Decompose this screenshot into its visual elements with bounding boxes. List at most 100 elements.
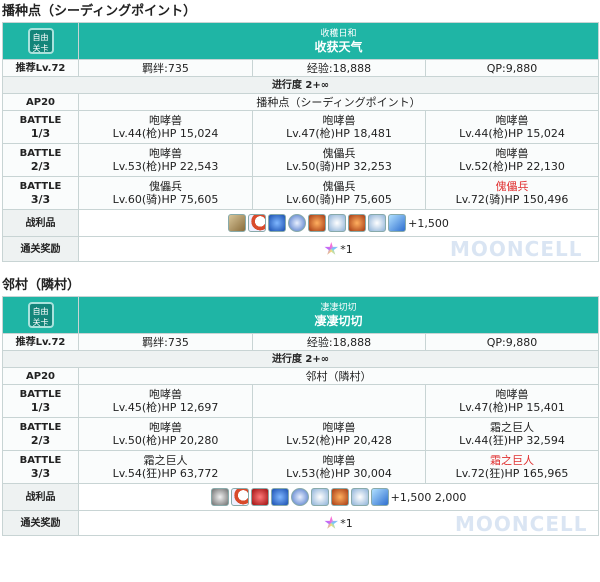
drops-row: 战利品 +1,500 bbox=[2, 209, 600, 237]
enemy-stats: Lv.44(枪)HP 15,024 bbox=[459, 127, 565, 140]
enemy-stats: Lv.44(狂)HP 32,594 bbox=[459, 434, 565, 447]
quest-section: 邻村（隣村） 自由 关卡 凄凄切切 凄凄切切 推荐Lv.72 羁绊:735 经验:18,888… bbox=[0, 276, 600, 536]
ice-material-icon[interactable] bbox=[328, 214, 347, 232]
enemy-cell[interactable]: 咆哮兽 Lv.52(枪)HP 22,130 bbox=[424, 143, 600, 177]
battle-wave: 3/3 bbox=[30, 193, 51, 206]
tan-material-icon[interactable] bbox=[228, 214, 247, 232]
enemy-stats: Lv.53(枪)HP 22,543 bbox=[112, 160, 219, 173]
enemy-name[interactable]: 咆哮兽 bbox=[426, 388, 598, 401]
recommend-level: 推荐Lv.72 bbox=[15, 336, 66, 348]
enemy-name[interactable]: 傀儡兵 bbox=[253, 180, 425, 193]
enemy-cell[interactable]: 咆哮兽 Lv.45(枪)HP 12,697 bbox=[78, 384, 253, 418]
clear-reward-label: 通关奖励 bbox=[20, 517, 61, 529]
drops-label-cell: 战利品 bbox=[2, 209, 79, 237]
bond-cell: 羁绊:735 bbox=[78, 333, 253, 351]
ice-material-icon[interactable] bbox=[350, 488, 369, 506]
enemy-cell[interactable]: 咆哮兽 Lv.50(枪)HP 20,280 bbox=[78, 417, 253, 451]
enemy-name[interactable]: 咆哮兽 bbox=[253, 114, 425, 127]
orb-material-icon[interactable] bbox=[288, 214, 307, 232]
progress-text: 进行度 2+∞ bbox=[271, 353, 330, 365]
battle-label-cell: BATTLE 2/3 bbox=[2, 417, 79, 451]
fire-material-icon[interactable] bbox=[330, 488, 349, 506]
enemy-cell[interactable]: 咆哮兽 Lv.47(枪)HP 15,401 bbox=[424, 384, 600, 418]
progress-row: 进行度 2+∞ bbox=[1, 76, 600, 94]
enemy-cell[interactable]: 霜之巨人 Lv.72(狂)HP 165,965 bbox=[424, 450, 600, 484]
enemy-name[interactable]: 傀儡兵 bbox=[253, 147, 425, 160]
enemy-name[interactable]: 霜之巨人 bbox=[426, 421, 598, 434]
section-title: 播种点（シーディングポイント） bbox=[2, 4, 197, 19]
enemy-name[interactable]: 傀儡兵 bbox=[79, 180, 252, 193]
ap-cell: AP20 bbox=[2, 93, 79, 111]
battle-row: BATTLE 2/3 咆哮兽 Lv.53(枪)HP 22,543 傀儡兵 Lv.50(骑)… bbox=[2, 143, 600, 177]
badge-line: 自由 bbox=[32, 307, 49, 316]
ice-material-icon[interactable] bbox=[368, 214, 387, 232]
blue-material-icon[interactable] bbox=[268, 214, 287, 232]
mooncell-watermark: MOONCELL bbox=[455, 512, 588, 536]
enemy-name[interactable]: 咆哮兽 bbox=[79, 147, 252, 160]
crystal-material-icon[interactable] bbox=[370, 488, 389, 506]
quest-section: 播种点（シーディングポイント） 自由 关卡 收穫日和 收获天气 推荐Lv.72 羁绊:735… bbox=[0, 2, 600, 262]
enemy-cell[interactable]: 傀儡兵 Lv.50(骑)HP 32,253 bbox=[252, 143, 426, 177]
enemy-name[interactable]: 霜之巨人 bbox=[79, 454, 252, 467]
crescent-material-icon[interactable] bbox=[230, 488, 249, 506]
enemy-cell[interactable]: 咆哮兽 Lv.47(枪)HP 18,481 bbox=[252, 110, 426, 144]
saint-quartz-icon[interactable] bbox=[324, 516, 338, 529]
enemy-name[interactable]: 咆哮兽 bbox=[426, 114, 598, 127]
enemy-stats: Lv.47(枪)HP 15,401 bbox=[459, 401, 565, 414]
drop-items: +1,500 bbox=[79, 212, 598, 234]
battle-row: BATTLE 1/3 咆哮兽 Lv.44(枪)HP 15,024 咆哮兽 Lv.47(枪)… bbox=[2, 110, 600, 144]
drops-row: 战利品 +1,500 2,000 bbox=[2, 483, 600, 511]
enemy-cell[interactable]: 咆哮兽 Lv.52(枪)HP 20,428 bbox=[252, 417, 426, 451]
battle-label: BATTLE bbox=[19, 422, 62, 433]
enemy-name[interactable]: 咆哮兽 bbox=[79, 421, 252, 434]
ice-material-icon[interactable] bbox=[310, 488, 329, 506]
mooncell-watermark: MOONCELL bbox=[450, 237, 583, 261]
enemy-name[interactable]: 咆哮兽 bbox=[79, 114, 252, 127]
enemy-cell[interactable]: 咆哮兽 Lv.53(枪)HP 30,004 bbox=[252, 450, 426, 484]
bond-cell: 羁绊:735 bbox=[78, 59, 253, 77]
badge-line: 关卡 bbox=[32, 44, 49, 53]
enemy-cell[interactable]: 咆哮兽 Lv.44(枪)HP 15,024 bbox=[424, 110, 600, 144]
enemy-stats: Lv.60(骑)HP 75,605 bbox=[286, 193, 392, 206]
fire-material-icon[interactable] bbox=[348, 214, 367, 232]
enemy-name[interactable]: 傀儡兵 bbox=[426, 180, 598, 193]
enemy-name[interactable]: 咆哮兽 bbox=[426, 147, 598, 160]
blue-material-icon[interactable] bbox=[270, 488, 289, 506]
enemy-name[interactable]: 咆哮兽 bbox=[253, 454, 425, 467]
enemy-cell[interactable]: 傀儡兵 Lv.60(骑)HP 75,605 bbox=[252, 176, 426, 210]
silver-material-icon[interactable] bbox=[210, 488, 229, 506]
orb-material-icon[interactable] bbox=[290, 488, 309, 506]
enemy-cell[interactable]: 霜之巨人 Lv.54(狂)HP 63,772 bbox=[78, 450, 253, 484]
enemy-name[interactable]: 霜之巨人 bbox=[426, 454, 598, 467]
enemy-cell[interactable]: 傀儡兵 Lv.60(骑)HP 75,605 bbox=[78, 176, 253, 210]
enemy-cell[interactable]: 咆哮兽 Lv.44(枪)HP 15,024 bbox=[78, 110, 253, 144]
ap-cost: AP20 bbox=[26, 96, 55, 108]
location-cell: 邻村（隣村） bbox=[77, 367, 600, 385]
saint-quartz-icon[interactable] bbox=[324, 242, 338, 255]
enemy-cell[interactable]: 霜之巨人 Lv.44(狂)HP 32,594 bbox=[424, 417, 600, 451]
location-name: 邻村（隣村） bbox=[305, 369, 372, 383]
ap-cell: AP20 bbox=[2, 367, 79, 385]
enemy-cell[interactable]: 咆哮兽 Lv.53(枪)HP 22,543 bbox=[78, 143, 253, 177]
fire-material-icon[interactable] bbox=[308, 214, 327, 232]
enemy-stats: Lv.50(骑)HP 32,253 bbox=[286, 160, 392, 173]
battle-label-cell: BATTLE 1/3 bbox=[2, 384, 79, 418]
clear-reward-label: 通关奖励 bbox=[20, 243, 61, 255]
battle-label-cell: BATTLE 3/3 bbox=[2, 450, 79, 484]
enemy-cell[interactable] bbox=[252, 384, 426, 418]
progress-cell: 进行度 2+∞ bbox=[1, 350, 600, 368]
quest-table: 自由 关卡 凄凄切切 凄凄切切 推荐Lv.72 羁绊:735 经验:18,888 QP:9,8… bbox=[1, 296, 600, 536]
enemy-name[interactable]: 咆哮兽 bbox=[253, 421, 425, 434]
battle-label-cell: BATTLE 1/3 bbox=[2, 110, 79, 144]
crescent-material-icon[interactable] bbox=[248, 214, 267, 232]
battle-label: BATTLE bbox=[19, 148, 62, 159]
enemy-stats: Lv.72(骑)HP 150,496 bbox=[455, 193, 569, 206]
red-material-icon[interactable] bbox=[250, 488, 269, 506]
drops-cell: +1,500 bbox=[77, 209, 600, 237]
crystal-material-icon[interactable] bbox=[388, 214, 407, 232]
clear-reward-label-cell: 通关奖励 bbox=[2, 510, 79, 536]
enemy-name[interactable]: 咆哮兽 bbox=[79, 388, 252, 401]
enemy-cell[interactable]: 傀儡兵 Lv.72(骑)HP 150,496 bbox=[424, 176, 600, 210]
enemy-stats: Lv.60(骑)HP 75,605 bbox=[112, 193, 219, 206]
enemy-stats: Lv.53(枪)HP 30,004 bbox=[286, 467, 392, 480]
